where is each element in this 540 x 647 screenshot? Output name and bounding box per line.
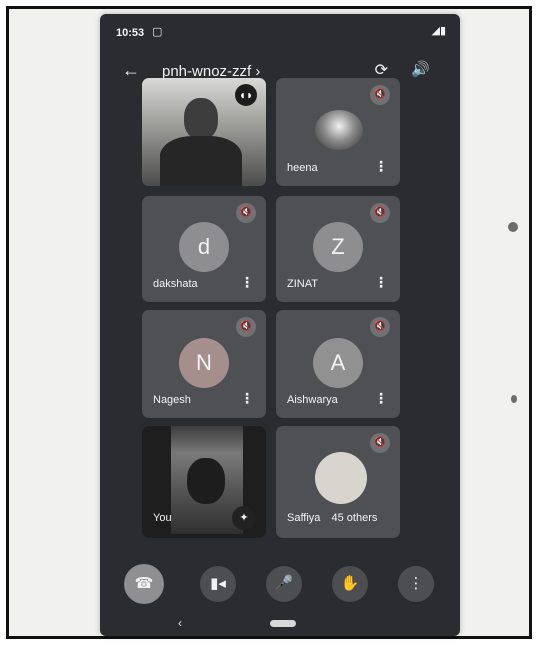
tile-menu-icon[interactable]: ⋮ [374,158,388,175]
profile-photo [315,110,363,150]
participant-tile-nagesh[interactable]: 🔇 N Nagesh ⋮ [142,310,266,418]
muted-icon: 🔇 [236,203,256,223]
speaker-icon[interactable]: 🔊 [411,60,430,78]
participant-name: Nagesh [153,394,191,406]
participant-name: ZINAT [287,278,318,290]
camera-status-icon: ▢ [152,26,163,38]
home-pill[interactable] [270,620,296,627]
muted-icon: 🔇 [370,203,390,223]
switch-camera-icon[interactable]: ⟳ [375,60,388,80]
participant-name: heena [287,162,318,174]
participant-name-group: Saffiya 45 others [287,512,377,524]
tile-menu-icon[interactable]: ⋮ [240,390,254,407]
initial-avatar: d [179,222,229,272]
others-count: 45 others [331,512,378,524]
participant-body [160,136,242,186]
initial-avatar: A [313,338,363,388]
muted-icon: 🔇 [370,85,390,105]
participant-tile-dakshata[interactable]: 🔇 d dakshata ⋮ [142,196,266,302]
initial-avatar: Z [313,222,363,272]
system-navigation: ‹ [100,614,460,636]
camera-toggle-button[interactable]: ▮◂ [200,566,236,602]
initial-avatar: N [179,338,229,388]
participant-tile-aishwarya[interactable]: 🔇 A Aishwarya ⋮ [276,310,400,418]
muted-icon: 🔇 [236,317,256,337]
muted-icon: 🔇 [370,317,390,337]
paper-hole-top [508,222,518,232]
effects-icon[interactable]: ✦ [232,506,256,530]
speaking-indicator-icon: ◖◗ [235,84,257,106]
microphone-button[interactable]: 🎤 [266,566,302,602]
back-arrow-icon[interactable]: ← [122,60,140,81]
signal-battery-icon: ◢▮ [431,25,446,37]
participant-head [184,98,218,140]
participant-name: Saffiya [287,512,321,524]
call-controls: ☎ ▮◂ 🎤 ✋ ⋮ [100,554,460,610]
self-head [187,458,225,504]
participant-tile-zinat[interactable]: 🔇 Z ZINAT ⋮ [276,196,400,302]
nav-back-icon[interactable]: ‹ [178,616,182,630]
participant-tile-self[interactable]: You ✦ [142,426,266,538]
status-time: 10:53 [116,27,145,39]
paper-hole-bottom [511,395,517,403]
phone-screen: 10:53 ▢ ◢▮ ← pnh-wnoz-zzf › ⟳ 🔊 ◖◗ 🔇 hee… [100,14,460,636]
profile-photo [315,452,367,504]
participant-tile-heena[interactable]: 🔇 heena ⋮ [276,78,400,186]
participant-tile-others[interactable]: 🔇 Saffiya 45 others [276,426,400,538]
participant-name: Aishwarya [287,394,338,406]
participant-name: dakshata [153,278,198,290]
tile-menu-icon[interactable]: ⋮ [240,274,254,291]
status-bar: 10:53 ▢ ◢▮ [100,14,460,48]
tile-menu-icon[interactable]: ⋮ [374,390,388,407]
raise-hand-button[interactable]: ✋ [332,566,368,602]
muted-icon: 🔇 [370,433,390,453]
end-call-button[interactable]: ☎ [124,564,164,604]
more-options-button[interactable]: ⋮ [398,566,434,602]
tile-menu-icon[interactable]: ⋮ [374,274,388,291]
participant-name: You [153,512,172,524]
participant-tile-speaker[interactable]: ◖◗ [142,78,266,186]
